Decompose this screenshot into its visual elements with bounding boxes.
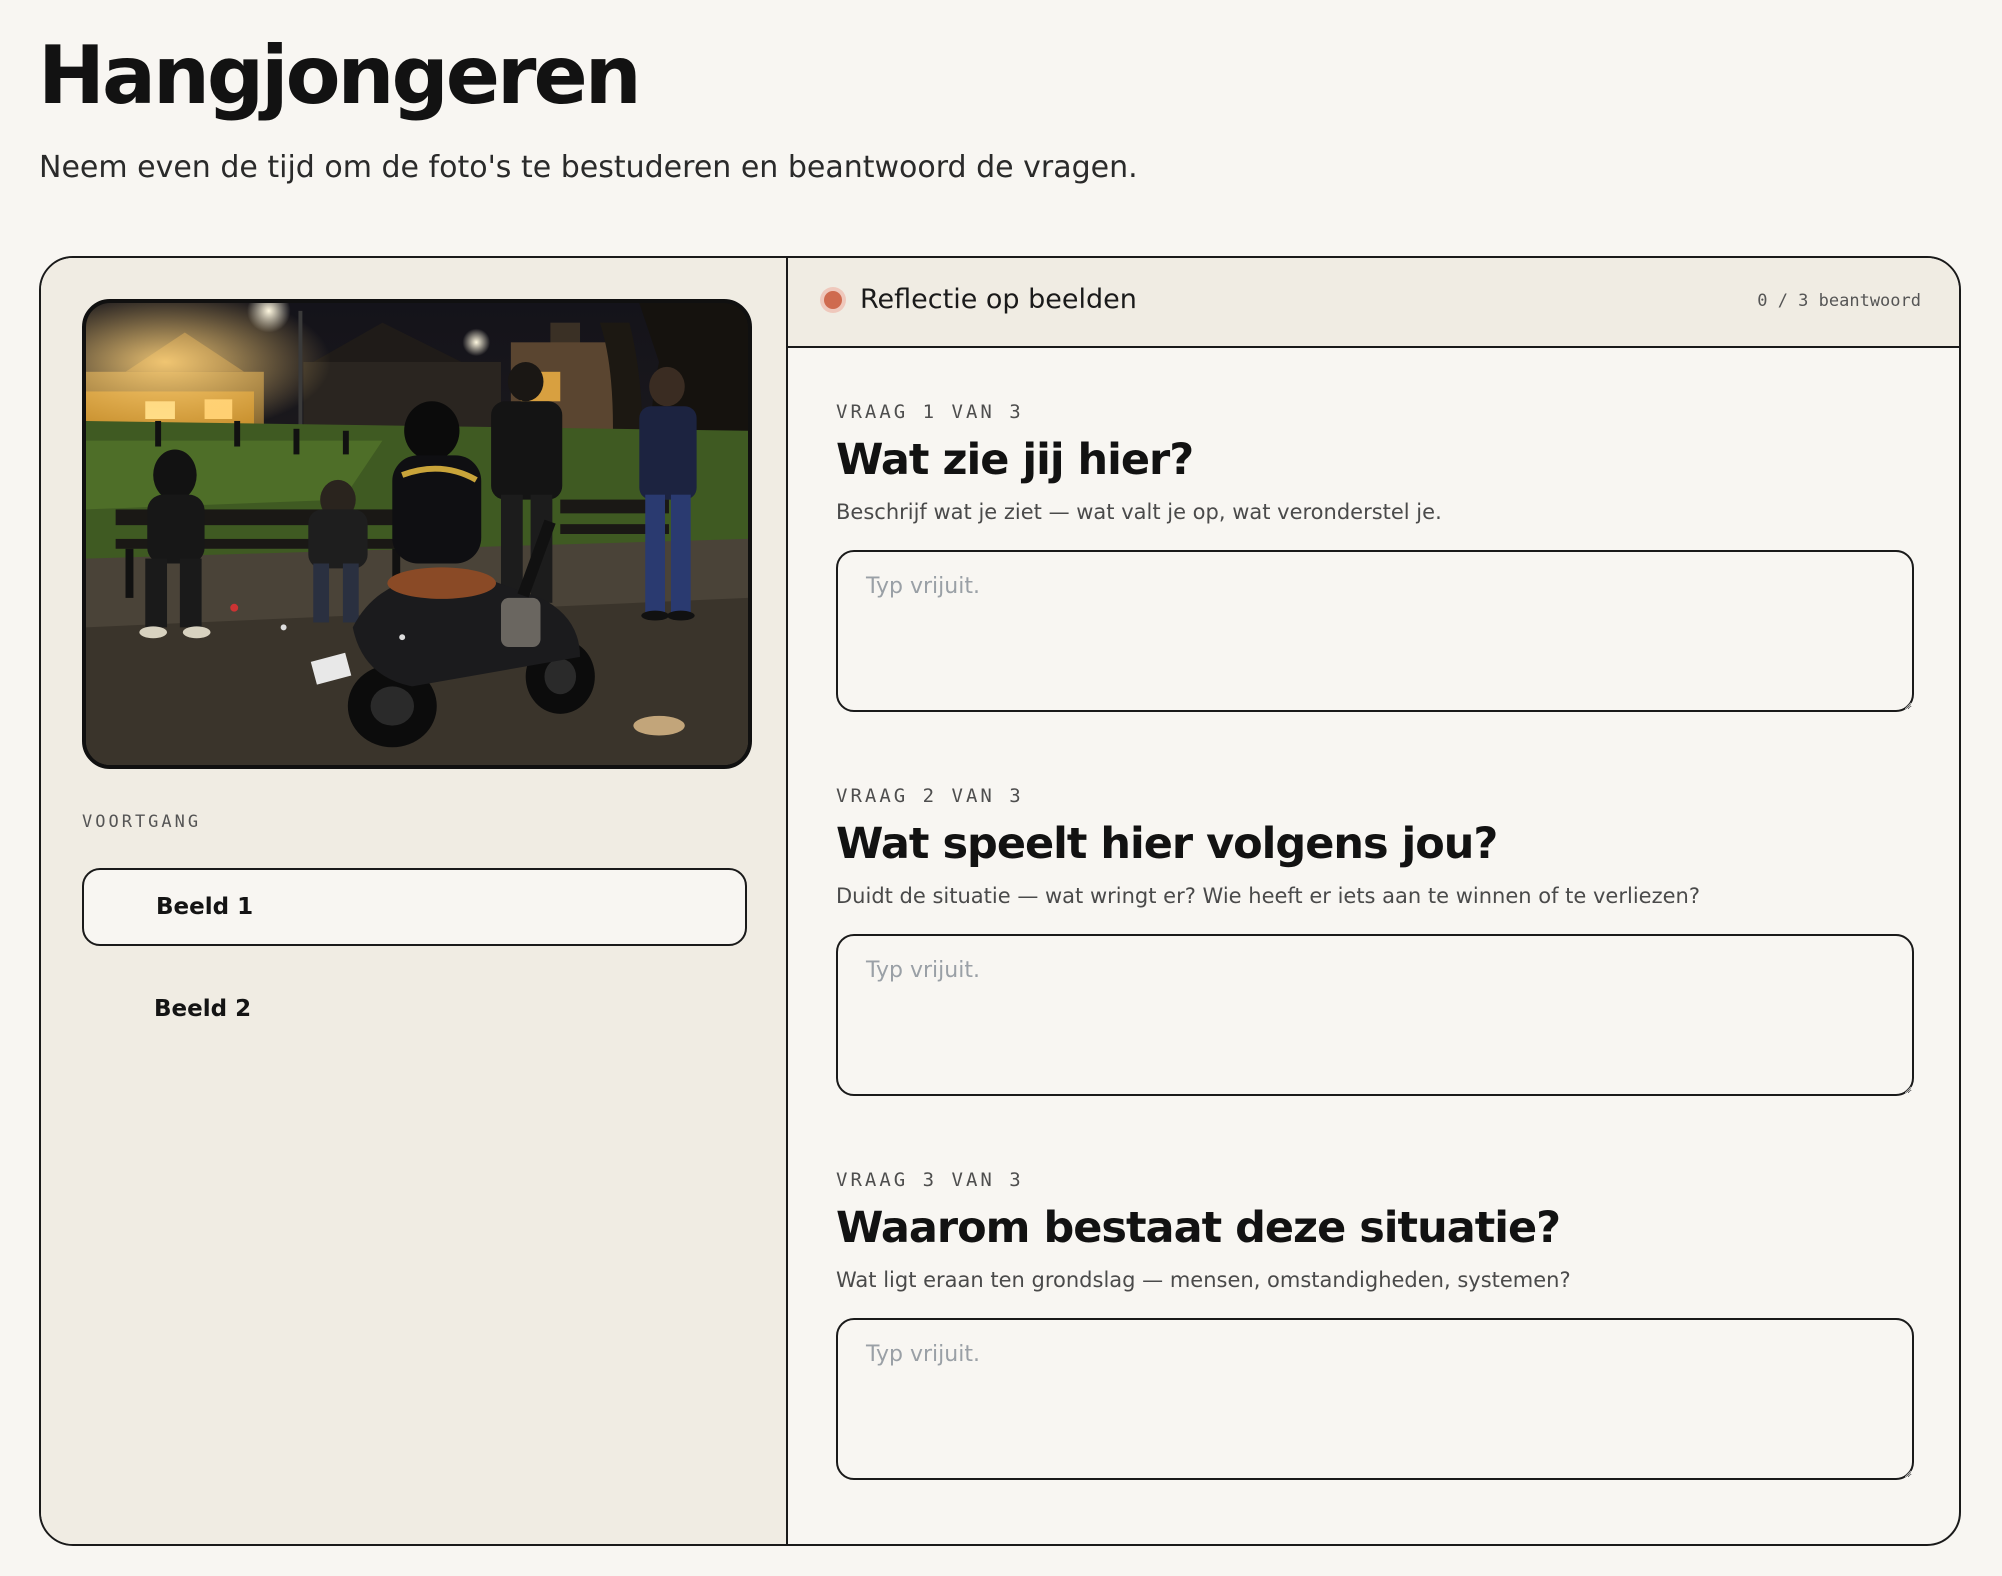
page: Hangjongeren Neem even de tijd om de fot… bbox=[0, 0, 2002, 1576]
status-dot-icon bbox=[824, 291, 842, 309]
page-intro: Neem even de tijd om de foto's te bestud… bbox=[39, 150, 1138, 185]
question-3: VRAAG 3 VAN 3 Waarom bestaat deze situat… bbox=[836, 1168, 1959, 1480]
night-park-photo bbox=[86, 303, 748, 765]
question-title: Waarom bestaat deze situatie? bbox=[836, 1203, 1561, 1253]
photo-viewer bbox=[82, 299, 752, 769]
image-item-2[interactable]: Beeld 2 bbox=[82, 970, 747, 1048]
question-step: VRAAG 2 VAN 3 bbox=[836, 785, 1024, 807]
question-help: Duidt de situatie — wat wringt er? Wie h… bbox=[836, 884, 1700, 908]
progress-label: VOORTGANG bbox=[82, 812, 202, 832]
question-1: VRAAG 1 VAN 3 Wat zie jij hier? Beschrij… bbox=[836, 400, 1959, 712]
question-step: VRAAG 3 VAN 3 bbox=[836, 1169, 1024, 1191]
image-sidebar: VOORTGANG Beeld 1 Beeld 2 bbox=[41, 258, 788, 1544]
answer-input-2[interactable] bbox=[836, 934, 1914, 1096]
question-title: Wat zie jij hier? bbox=[836, 435, 1194, 485]
image-item-1[interactable]: Beeld 1 bbox=[82, 868, 747, 946]
reflection-header: Reflectie op beelden 0 / 3 beantwoord bbox=[788, 258, 1959, 348]
answer-input-1[interactable] bbox=[836, 550, 1914, 712]
image-item-label: Beeld 2 bbox=[154, 996, 252, 1022]
page-title: Hangjongeren bbox=[38, 29, 642, 122]
question-title: Wat speelt hier volgens jou? bbox=[836, 819, 1498, 869]
answered-counter: 0 / 3 beantwoord bbox=[1757, 291, 1921, 311]
reflection-title: Reflectie op beelden bbox=[860, 284, 1137, 315]
answer-input-3[interactable] bbox=[836, 1318, 1914, 1480]
questions-column: Reflectie op beelden 0 / 3 beantwoord VR… bbox=[788, 258, 1959, 1544]
question-help: Wat ligt eraan ten grondslag — mensen, o… bbox=[836, 1268, 1571, 1292]
question-help: Beschrijf wat je ziet — wat valt je op, … bbox=[836, 500, 1442, 524]
question-2: VRAAG 2 VAN 3 Wat speelt hier volgens jo… bbox=[836, 784, 1959, 1096]
question-step: VRAAG 1 VAN 3 bbox=[836, 401, 1024, 423]
reflection-panel: VOORTGANG Beeld 1 Beeld 2 Reflectie op b… bbox=[39, 256, 1961, 1546]
image-item-label: Beeld 1 bbox=[156, 894, 254, 920]
